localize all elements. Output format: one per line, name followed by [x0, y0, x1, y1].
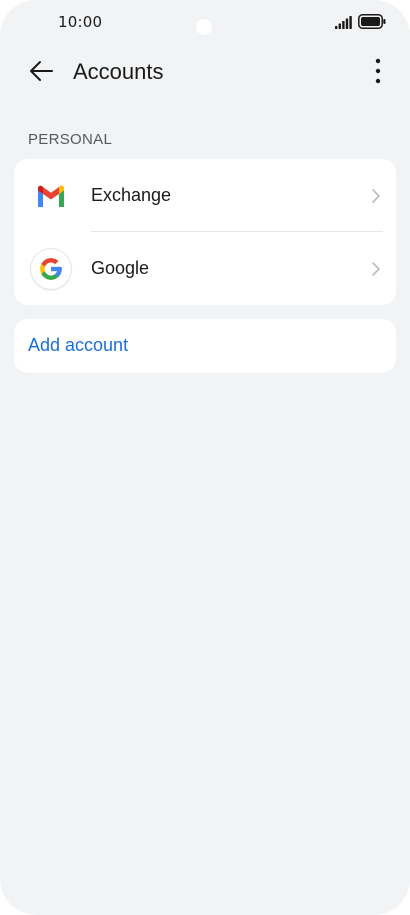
more-options-button[interactable]: [368, 58, 388, 88]
more-vertical-icon: [375, 58, 381, 88]
account-name: Google: [91, 258, 150, 278]
status-icons: [335, 14, 386, 33]
google-icon-badge: [31, 249, 71, 289]
chevron-right-icon: [370, 188, 382, 204]
arrow-left-icon: [28, 60, 54, 86]
gmail-icon: [30, 175, 72, 217]
add-account-label: Add account: [28, 335, 129, 355]
front-camera: [196, 19, 212, 35]
status-bar: 10:00: [0, 0, 410, 48]
battery-icon: [358, 14, 386, 33]
section-label-personal: PERSONAL: [28, 131, 113, 148]
google-icon: [30, 248, 72, 290]
phone-screen: 10:00 Accounts PERSONAL Exchange Google …: [0, 0, 410, 915]
accounts-list: Exchange Google: [14, 159, 396, 305]
chevron-right-icon: [370, 261, 382, 277]
add-account-button[interactable]: Add account: [14, 319, 396, 373]
account-name: Exchange: [91, 185, 172, 205]
app-header: Accounts: [0, 50, 410, 96]
back-button[interactable]: [26, 59, 56, 87]
signal-icon: [335, 14, 352, 33]
account-item-exchange[interactable]: Exchange: [14, 159, 396, 232]
account-item-google[interactable]: Google: [14, 232, 396, 305]
page-title: Accounts: [73, 59, 164, 84]
status-time: 10:00: [58, 13, 103, 31]
